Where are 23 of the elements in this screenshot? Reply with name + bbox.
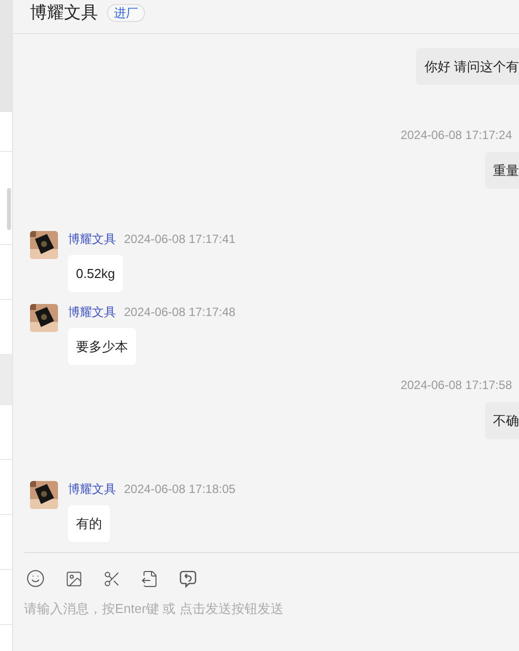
received-message: 0.52kg <box>68 255 124 292</box>
message-time: 2024-06-08 17:17:58 <box>400 377 513 393</box>
message-time: 2024-06-08 17:17:24 <box>400 127 513 143</box>
sender-name[interactable]: 博耀文具 <box>68 303 116 321</box>
status-tag: 进厂 <box>107 4 145 22</box>
emoji-icon[interactable] <box>26 569 45 588</box>
sender-name[interactable]: 博耀文具 <box>68 480 116 498</box>
message-time: 2024-06-08 17:17:41 <box>124 231 236 248</box>
chat-title: 博耀文具 <box>30 2 98 22</box>
image-icon[interactable] <box>65 570 83 588</box>
sent-message: 不确 <box>485 402 519 439</box>
sidebar-item[interactable] <box>0 355 12 405</box>
received-message: 要多少本 <box>68 328 136 365</box>
scissors-icon[interactable] <box>103 570 121 588</box>
message-time: 2024-06-08 17:18:05 <box>124 481 236 498</box>
reply-icon[interactable] <box>179 570 197 588</box>
sender-name[interactable]: 博耀文具 <box>68 230 116 248</box>
sent-message: 重量 <box>485 152 519 189</box>
file-export-icon[interactable] <box>141 570 159 588</box>
message-input[interactable]: 请输入消息，按Enter键 或 点击发送按钮发送 <box>24 600 354 618</box>
message-time: 2024-06-08 17:17:48 <box>124 304 236 321</box>
sent-message: 你好 请问这个有 <box>416 48 519 85</box>
received-message: 有的 <box>68 505 110 542</box>
